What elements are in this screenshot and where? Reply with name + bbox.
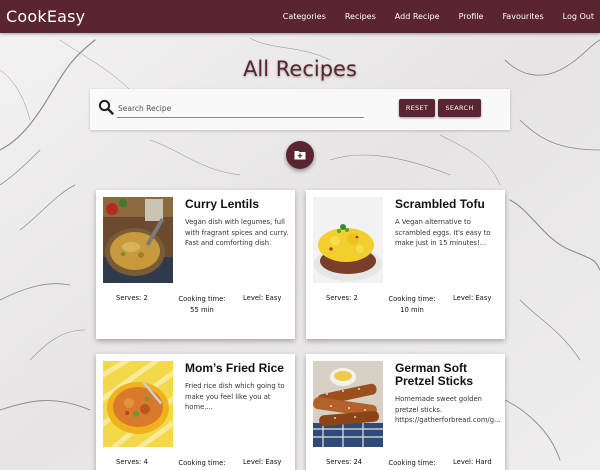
- recipe-level: Level: Easy: [243, 458, 282, 466]
- recipe-card[interactable]: Mom’s Fried Rice Fried rice dish which g…: [96, 354, 295, 470]
- fried-rice-photo: [103, 361, 173, 447]
- add-recipe-button[interactable]: [286, 141, 314, 169]
- recipe-level: Level: Hard: [453, 458, 492, 466]
- recipe-title: Scrambled Tofu: [395, 197, 485, 211]
- nav-link-add-recipe[interactable]: Add Recipe: [395, 12, 440, 21]
- recipe-title: German Soft Pretzel Sticks: [395, 361, 474, 388]
- recipe-card[interactable]: German Soft Pretzel Sticks Homemade swee…: [306, 354, 505, 470]
- top-navbar: CookEasy Categories Recipes Add Recipe P…: [0, 0, 600, 33]
- page-title: All Recipes: [243, 57, 357, 81]
- curry-lentils-photo: [103, 197, 173, 283]
- recipe-serves: Serves: 24: [326, 458, 363, 466]
- recipe-cooking-time: Cooking time: 10 min: [382, 294, 442, 316]
- cooking-time-label: Cooking time:: [178, 295, 226, 303]
- nav-links: Categories Recipes Add Recipe Profile Fa…: [264, 12, 594, 21]
- cooking-time-value: 55 min: [190, 306, 214, 314]
- search-button[interactable]: SEARCH: [438, 99, 481, 117]
- folder-plus-icon: [294, 151, 306, 160]
- nav-link-favourites[interactable]: Favourites: [502, 12, 543, 21]
- search-panel: RESET SEARCH: [90, 89, 510, 130]
- scrambled-tofu-photo: [313, 197, 383, 283]
- recipe-card[interactable]: Curry Lentils Vegan dish with legumes, f…: [96, 190, 295, 339]
- recipe-level: Level: Easy: [243, 294, 282, 302]
- pretzel-sticks-photo: [313, 361, 383, 447]
- recipe-title: Mom’s Fried Rice: [185, 361, 284, 375]
- recipe-description: Fried rice dish which going to make you …: [185, 382, 285, 411]
- cooking-time-label: Cooking time:: [178, 459, 226, 467]
- recipe-cooking-time: Cooking time:: [382, 458, 442, 469]
- search-icon: [98, 99, 114, 115]
- nav-link-recipes[interactable]: Recipes: [345, 12, 376, 21]
- cooking-time-label: Cooking time:: [388, 295, 436, 303]
- cooking-time-value: 10 min: [400, 306, 424, 314]
- recipe-level: Level: Easy: [453, 294, 492, 302]
- brand-logo[interactable]: CookEasy: [6, 7, 85, 26]
- recipe-description: A Vegan alternative to scrambled eggs. I…: [395, 218, 491, 247]
- recipe-cooking-time: Cooking time:: [172, 458, 232, 469]
- search-input[interactable]: [117, 99, 364, 118]
- cooking-time-label: Cooking time:: [388, 459, 436, 467]
- nav-link-log-out[interactable]: Log Out: [563, 12, 594, 21]
- nav-link-categories[interactable]: Categories: [283, 12, 326, 21]
- nav-link-profile[interactable]: Profile: [459, 12, 484, 21]
- reset-button[interactable]: RESET: [399, 99, 435, 117]
- recipe-serves: Serves: 2: [326, 294, 358, 302]
- recipe-description: Vegan dish with legumes, full with fragr…: [185, 218, 289, 247]
- recipe-serves: Serves: 4: [116, 458, 148, 466]
- recipe-cooking-time: Cooking time: 55 min: [172, 294, 232, 316]
- recipe-description: Homemade sweet golden pretzel sticks. ht…: [395, 395, 501, 424]
- recipe-card[interactable]: Scrambled Tofu A Vegan alternative to sc…: [306, 190, 505, 339]
- recipe-serves: Serves: 2: [116, 294, 148, 302]
- recipe-title: Curry Lentils: [185, 197, 260, 211]
